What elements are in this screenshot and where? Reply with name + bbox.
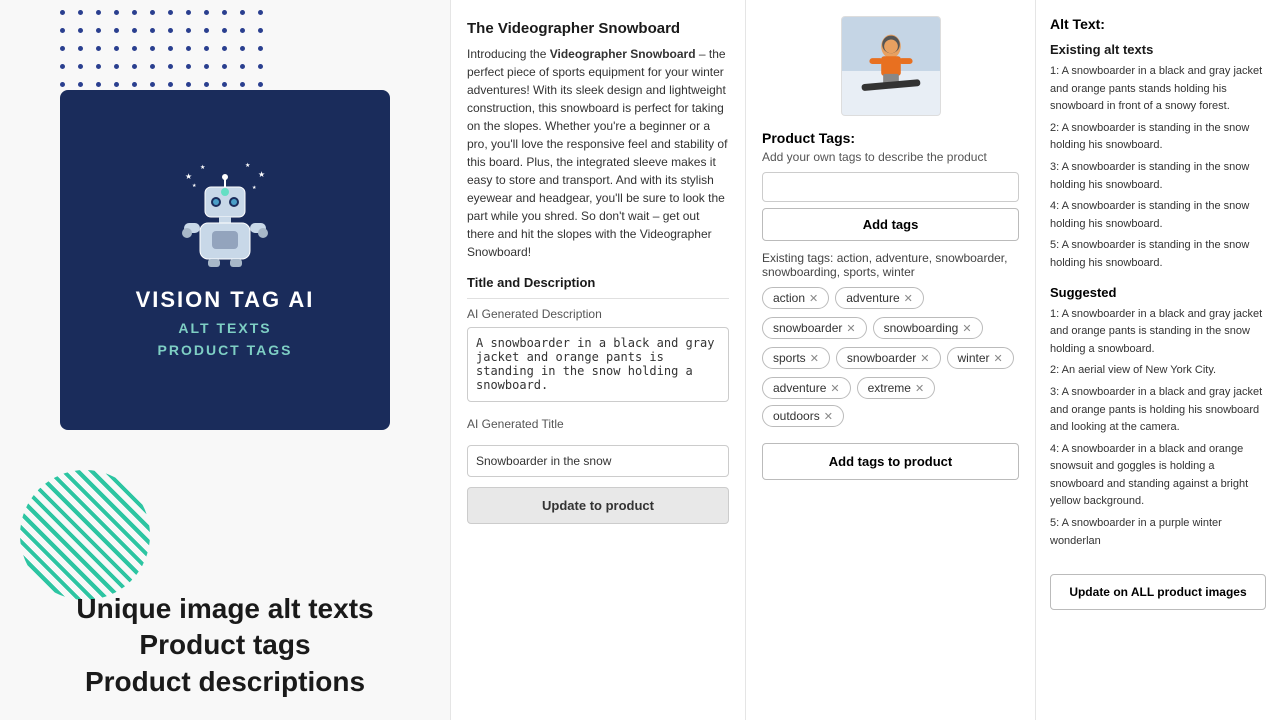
product-thumbnail <box>841 16 941 116</box>
product-description: Introducing the Videographer Snowboard –… <box>467 45 729 261</box>
ai-desc-label: AI Generated Description <box>467 307 729 321</box>
alt-text-title: Alt Text: <box>1050 16 1266 32</box>
suggested-alt-item: 3: A snowboarder in a black and gray jac… <box>1050 384 1266 437</box>
tag-chip-snowboarding: snowboarding ✕ <box>873 317 983 339</box>
remove-tag-adventure[interactable]: ✕ <box>904 292 913 305</box>
tags-row-2: snowboarder ✕ snowboarding ✕ <box>762 317 1019 339</box>
suggested-alt-title: Suggested <box>1050 285 1266 300</box>
title-and-desc-label: Title and Description <box>467 275 729 290</box>
remove-tag-snowboarding[interactable]: ✕ <box>962 322 971 335</box>
tags-row-4: adventure ✕ extreme ✕ outdoors ✕ <box>762 377 1019 427</box>
robot-icon: ★ ★ ★ ★ ★ ★ <box>180 159 270 269</box>
tag-chip-action: action ✕ <box>762 287 829 309</box>
add-tags-button[interactable]: Add tags <box>762 208 1019 241</box>
suggested-alt-item: 5: A snowboarder in a purple winter wond… <box>1050 515 1266 550</box>
svg-text:★: ★ <box>185 172 192 181</box>
existing-alt-subtitle: Existing alt texts <box>1050 42 1266 57</box>
remove-tag-snowboarder2[interactable]: ✕ <box>920 352 929 365</box>
tag-chip-adventure2: adventure ✕ <box>762 377 851 399</box>
existing-alt-list: 1: A snowboarder in a black and gray jac… <box>1050 63 1266 273</box>
remove-tag-adventure2[interactable]: ✕ <box>830 382 839 395</box>
left-panel: ★ ★ ★ ★ ★ ★ <box>0 0 450 720</box>
tag-chip-extreme: extreme ✕ <box>857 377 936 399</box>
tags-panel: Product Tags: Add your own tags to descr… <box>745 0 1035 720</box>
existing-alt-item: 5: A snowboarder is standing in the snow… <box>1050 237 1266 272</box>
ai-title-label: AI Generated Title <box>467 417 729 431</box>
update-to-product-button[interactable]: Update to product <box>467 487 729 524</box>
tagline-section: Unique image alt texts Product tags Prod… <box>0 591 450 700</box>
middle-panel: The Videographer Snowboard Introducing t… <box>450 0 745 720</box>
tag-chip-winter: winter ✕ <box>947 347 1014 369</box>
logo-title: VISION TAG AI <box>136 287 315 313</box>
existing-tags-label: Existing tags: action, adventure, snowbo… <box>762 251 1019 279</box>
svg-text:★: ★ <box>252 185 257 191</box>
svg-text:★: ★ <box>200 164 205 171</box>
desc-bold: Videographer Snowboard <box>550 47 696 61</box>
teal-circle-decoration <box>20 470 150 600</box>
svg-text:★: ★ <box>245 162 250 169</box>
existing-alt-item: 4: A snowboarder is standing in the snow… <box>1050 198 1266 233</box>
tag-chip-snowboarder2: snowboarder ✕ <box>836 347 941 369</box>
remove-tag-extreme[interactable]: ✕ <box>915 382 924 395</box>
tag-chip-outdoors: outdoors ✕ <box>762 405 844 427</box>
suggested-alt-item: 2: An aerial view of New York City. <box>1050 362 1266 380</box>
logo-box: ★ ★ ★ ★ ★ ★ <box>60 90 390 430</box>
tags-row-1: action ✕ adventure ✕ <box>762 287 1019 309</box>
suggested-alt-item: 1: A snowboarder in a black and gray jac… <box>1050 306 1266 359</box>
tagline-line-1: Unique image alt texts <box>0 591 450 627</box>
svg-text:★: ★ <box>192 183 197 189</box>
tags-desc: Add your own tags to describe the produc… <box>762 150 1019 164</box>
tags-title: Product Tags: <box>762 130 1019 146</box>
remove-tag-snowboarder[interactable]: ✕ <box>846 322 855 335</box>
remove-tag-action[interactable]: ✕ <box>809 292 818 305</box>
suggested-alt-list: 1: A snowboarder in a black and gray jac… <box>1050 306 1266 551</box>
remove-tag-outdoors[interactable]: ✕ <box>824 410 833 423</box>
tagline-line-2: Product tags <box>0 627 450 663</box>
svg-text:★: ★ <box>258 170 265 179</box>
tag-chip-snowboarder: snowboarder ✕ <box>762 317 867 339</box>
existing-alt-item: 3: A snowboarder is standing in the snow… <box>1050 159 1266 194</box>
tagline-line-3: Product descriptions <box>0 664 450 700</box>
divider-1 <box>467 298 729 299</box>
existing-alt-item: 1: A snowboarder in a black and gray jac… <box>1050 63 1266 116</box>
remove-tag-sports[interactable]: ✕ <box>810 352 819 365</box>
suggested-alt-item: 4: A snowboarder in a black and orange s… <box>1050 441 1266 511</box>
update-all-images-button[interactable]: Update on ALL product images <box>1050 574 1266 610</box>
logo-subtitle: ALT TEXTS PRODUCT TAGS <box>158 317 293 362</box>
desc-rest: – the perfect piece of sports equipment … <box>467 47 727 259</box>
tags-row-3: sports ✕ snowboarder ✕ winter ✕ <box>762 347 1019 369</box>
add-tags-to-product-button[interactable]: Add tags to product <box>762 443 1019 480</box>
existing-alt-item: 2: A snowboarder is standing in the snow… <box>1050 120 1266 155</box>
product-title: The Videographer Snowboard <box>467 20 729 37</box>
desc-intro: Introducing the <box>467 47 550 61</box>
tag-chip-adventure: adventure ✕ <box>835 287 924 309</box>
tags-input[interactable] <box>762 172 1019 202</box>
tag-chip-sports: sports ✕ <box>762 347 830 369</box>
ai-title-input[interactable] <box>467 445 729 477</box>
remove-tag-winter[interactable]: ✕ <box>994 352 1003 365</box>
alt-text-panel: Alt Text: Existing alt texts 1: A snowbo… <box>1035 0 1280 720</box>
ai-desc-textarea[interactable]: A snowboarder in a black and gray jacket… <box>467 327 729 402</box>
